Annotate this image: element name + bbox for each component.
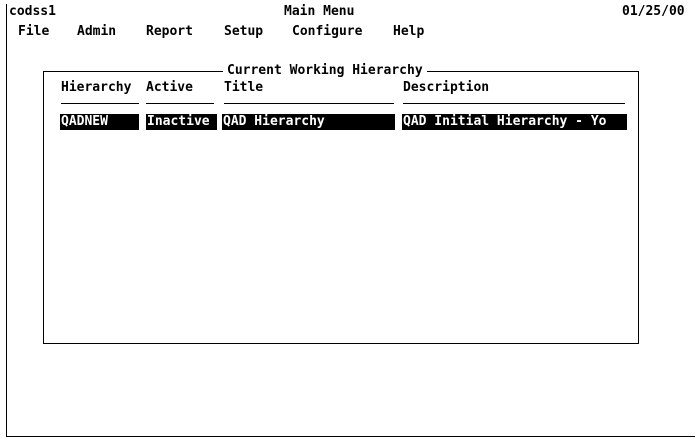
menu-file[interactable]: File — [18, 24, 49, 40]
column-header-title: Title — [224, 80, 264, 95]
menu-setup[interactable]: Setup — [224, 24, 263, 40]
system-name: codss1 — [9, 4, 56, 19]
column-underline-hierarchy — [61, 103, 139, 104]
column-underline-title — [224, 103, 394, 104]
cell-title[interactable]: QAD Hierarchy — [222, 114, 395, 130]
menu-admin[interactable]: Admin — [77, 24, 116, 40]
cell-hierarchy[interactable]: QADNEW — [60, 114, 139, 130]
current-date: 01/25/00 — [622, 4, 685, 19]
column-underline-active — [146, 103, 214, 104]
hierarchy-panel — [43, 71, 639, 344]
cell-description[interactable]: QAD Initial Hierarchy - Yo — [402, 114, 627, 130]
cell-active[interactable]: Inactive — [146, 114, 217, 130]
menu-help[interactable]: Help — [393, 24, 424, 40]
column-header-active: Active — [146, 80, 193, 95]
column-header-hierarchy: Hierarchy — [61, 80, 132, 95]
menu-configure[interactable]: Configure — [292, 24, 362, 40]
column-underline-description — [403, 103, 625, 104]
panel-title: Current Working Hierarchy — [223, 63, 427, 79]
menu-report[interactable]: Report — [146, 24, 193, 40]
screen-title: Main Menu — [284, 4, 355, 19]
column-header-description: Description — [403, 80, 490, 95]
